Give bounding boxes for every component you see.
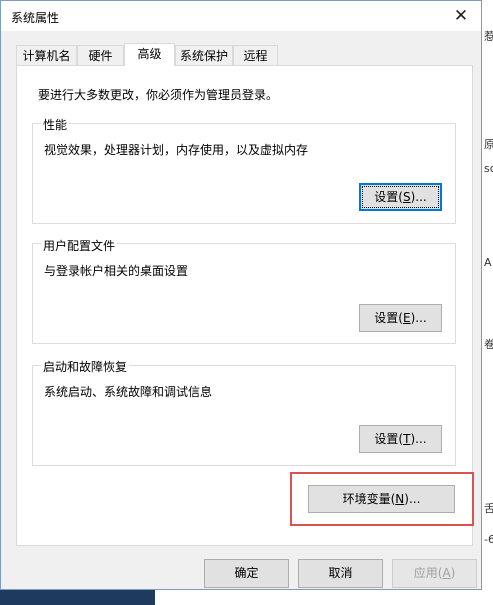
tab-advanced[interactable]: 高级 bbox=[124, 43, 175, 66]
user-profiles-title: 用户配置文件 bbox=[41, 237, 118, 254]
user-profiles-settings-button[interactable]: 设置(E)... bbox=[359, 304, 442, 332]
background-text: 舌 bbox=[484, 502, 493, 515]
highlight-box bbox=[290, 472, 474, 526]
startup-recovery-description: 系统启动、系统故障和调试信息 bbox=[44, 385, 213, 399]
close-icon: ✕ bbox=[453, 6, 469, 26]
tab-computer-name[interactable]: 计算机名 bbox=[16, 45, 77, 65]
background-text: 惹 bbox=[484, 30, 493, 43]
cancel-button[interactable]: 取消 bbox=[298, 559, 383, 588]
ok-button[interactable]: 确定 bbox=[204, 559, 289, 588]
tab-hardware[interactable]: 硬件 bbox=[77, 45, 124, 65]
background-text: 卷 bbox=[484, 338, 493, 351]
performance-settings-button[interactable]: 设置(S)... bbox=[359, 183, 442, 211]
user-profiles-description: 与登录帐户相关的桌面设置 bbox=[44, 264, 189, 278]
tab-system-protection[interactable]: 系统保护 bbox=[175, 45, 233, 65]
apply-button[interactable]: 应用(A) bbox=[392, 559, 477, 588]
background-text: -6 bbox=[484, 533, 493, 546]
performance-title: 性能 bbox=[41, 116, 70, 133]
close-button[interactable]: ✕ bbox=[441, 1, 481, 31]
performance-description: 视觉效果，处理器计划，内存使用，以及虚拟内存 bbox=[44, 143, 309, 157]
title-bar[interactable]: 系统属性 ✕ bbox=[1, 1, 481, 31]
background-text: sc bbox=[484, 162, 493, 175]
background-text: A bbox=[484, 256, 492, 269]
system-properties-dialog: 系统属性 ✕ 计算机名 硬件 高级 系统保护 远程 要进行大多数更改，你必须作为… bbox=[0, 0, 482, 590]
tab-remote[interactable]: 远程 bbox=[233, 45, 278, 65]
background-text: 原 bbox=[484, 138, 493, 151]
startup-recovery-settings-button[interactable]: 设置(T)... bbox=[359, 425, 442, 453]
startup-recovery-title: 启动和故障恢复 bbox=[41, 358, 130, 375]
window-title: 系统属性 bbox=[11, 11, 60, 25]
admin-notice: 要进行大多数更改，你必须作为管理员登录。 bbox=[38, 88, 279, 102]
